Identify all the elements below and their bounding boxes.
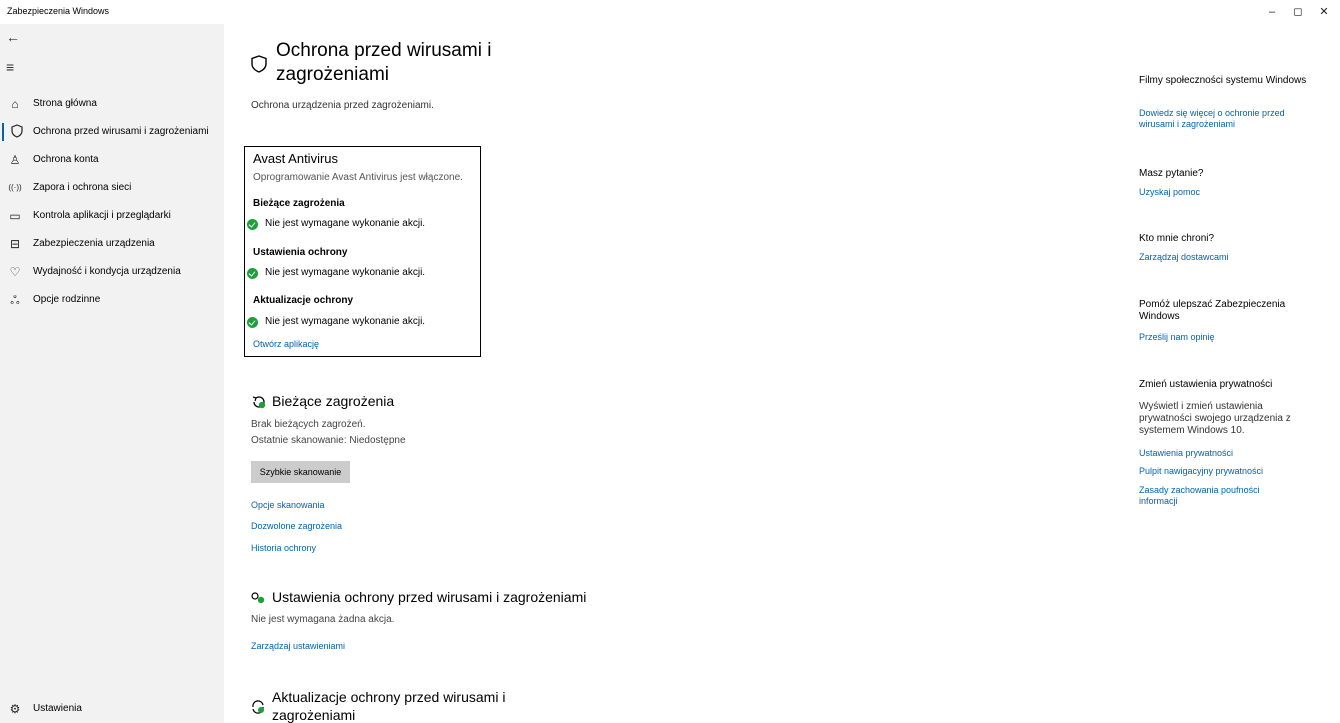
open-app-link[interactable]: Otwórz aplikację xyxy=(253,339,319,349)
quick-scan-button[interactable]: Szybkie skanowanie xyxy=(251,461,350,483)
sidebar-item-label: Wydajność i kondycja urządzenia xyxy=(33,266,181,277)
manage-settings-link[interactable]: Zarządzaj ustawieniami xyxy=(251,641,345,651)
provider-status: Oprogramowanie Avast Antivirus jest włąc… xyxy=(253,172,463,183)
hamburger-menu-icon[interactable]: ≡ xyxy=(6,58,26,76)
get-help-link[interactable]: Uzyskaj pomoc xyxy=(1139,187,1309,198)
laptop-icon: ⊟ xyxy=(9,237,21,251)
protection-updates-title: Aktualizacje ochrony przed wirusami i za… xyxy=(272,689,506,723)
sidebar: ← ≡ ⌂ Strona główna Ochrona przed wirusa… xyxy=(0,24,224,723)
family-icon: ஃ xyxy=(10,293,20,307)
protection-history-link[interactable]: Historia ochrony xyxy=(251,543,316,553)
refresh-shield-icon xyxy=(251,394,267,410)
sidebar-item-label: Strona główna xyxy=(33,98,97,109)
page-subtitle: Ochrona urządzenia przed zagrożeniami. xyxy=(251,100,434,111)
sidebar-item-virus-protection[interactable]: Ochrona przed wirusami i zagrożeniami xyxy=(0,119,224,145)
sidebar-item-label: Ochrona przed wirusami i zagrożeniami xyxy=(33,126,209,137)
sidebar-item-label: Opcje rodzinne xyxy=(33,294,101,305)
sidebar-item-label: Ochrona konta xyxy=(33,154,99,165)
maximize-button[interactable]: ◻ xyxy=(1284,2,1312,22)
protection-settings-title: Ustawienia ochrony przed wirusami i zagr… xyxy=(272,589,587,605)
protection-settings-status: Nie jest wymagana żadna akcja. xyxy=(251,614,395,625)
close-button[interactable]: ✕ xyxy=(1310,2,1338,22)
window-title: Zabezpieczenia Windows xyxy=(7,6,110,16)
heart-icon: ♡ xyxy=(9,265,21,279)
settings-gear-icon xyxy=(250,590,266,606)
sidebar-item-label: Kontrola aplikacji i przeglądarki xyxy=(33,210,171,221)
gear-icon: ⚙ xyxy=(9,702,21,716)
who-protects-heading: Kto mnie chroni? xyxy=(1139,233,1215,244)
person-icon: ♙ xyxy=(9,153,21,167)
check-circle-icon xyxy=(247,268,258,279)
check-circle-icon xyxy=(247,219,258,230)
browser-icon: ▭ xyxy=(9,209,21,223)
shield-icon xyxy=(250,54,268,74)
minimize-button[interactable]: – xyxy=(1258,2,1286,22)
improve-heading: Pomóż ulepszać Zabezpieczenia Windows xyxy=(1139,299,1286,322)
sidebar-item-account[interactable]: ♙ Ochrona konta xyxy=(0,147,224,173)
check-circle-icon xyxy=(247,317,258,328)
sidebar-item-firewall[interactable]: ((·)) Zapora i ochrona sieci xyxy=(0,175,224,201)
question-heading: Masz pytanie? xyxy=(1139,168,1204,179)
community-heading: Filmy społeczności systemu Windows xyxy=(1139,75,1307,86)
wifi-icon: ((·)) xyxy=(8,183,22,192)
send-feedback-link[interactable]: Prześlij nam opinię xyxy=(1139,332,1309,343)
sidebar-item-family[interactable]: ஃ Opcje rodzinne xyxy=(0,287,224,313)
privacy-dashboard-link[interactable]: Pulpit nawigacyjny prywatności xyxy=(1139,466,1309,477)
antivirus-provider-card: Avast Antivirus Oprogramowanie Avast Ant… xyxy=(244,146,481,357)
last-scan-text: Ostatnie skanowanie: Niedostępne xyxy=(251,435,406,446)
main-content: Ochrona przed wirusami i zagrożeniami Oc… xyxy=(224,24,1104,723)
sidebar-item-performance[interactable]: ♡ Wydajność i kondycja urządzenia xyxy=(0,259,224,285)
privacy-heading: Zmień ustawienia prywatności xyxy=(1139,379,1273,390)
update-icon xyxy=(250,699,266,715)
active-indicator xyxy=(2,123,4,141)
page-title: Ochrona przed wirusami i zagrożeniami xyxy=(276,40,492,85)
sidebar-item-device-security[interactable]: ⊟ Zabezpieczenia urządzenia xyxy=(0,231,224,257)
sidebar-item-settings[interactable]: ⚙ Ustawienia xyxy=(0,696,224,722)
sidebar-item-app-control[interactable]: ▭ Kontrola aplikacji i przeglądarki xyxy=(0,203,224,229)
provider-group-heading: Bieżące zagrożenia xyxy=(253,198,345,209)
provider-name: Avast Antivirus xyxy=(253,151,339,166)
back-arrow-icon[interactable]: ← xyxy=(6,28,26,46)
threats-status: Brak bieżących zagrożeń. xyxy=(251,419,366,430)
manage-providers-link[interactable]: Zarządzaj dostawcami xyxy=(1139,252,1309,263)
sidebar-item-home[interactable]: ⌂ Strona główna xyxy=(0,91,224,117)
scan-options-link[interactable]: Opcje skanowania xyxy=(251,500,325,510)
privacy-description: Wyświetl i zmień ustawienia prywatności … xyxy=(1139,401,1291,436)
privacy-statement-link[interactable]: Zasady zachowania poufności informacji xyxy=(1139,485,1279,507)
sidebar-item-label: Zabezpieczenia urządzenia xyxy=(33,238,155,249)
related-info-panel: Filmy społeczności systemu Windows Dowie… xyxy=(1139,24,1339,723)
sidebar-item-label: Ustawienia xyxy=(33,703,82,714)
provider-group-heading: Ustawienia ochrony xyxy=(253,247,348,258)
home-icon: ⌂ xyxy=(11,97,19,111)
allowed-threats-link[interactable]: Dozwolone zagrożenia xyxy=(251,521,342,531)
shield-icon xyxy=(9,124,25,140)
learn-more-link[interactable]: Dowiedz się więcej o ochronie przed wiru… xyxy=(1139,108,1309,130)
current-threats-title: Bieżące zagrożenia xyxy=(272,393,395,409)
sidebar-item-label: Zapora i ochrona sieci xyxy=(33,182,132,193)
title-bar: Zabezpieczenia Windows – ◻ ✕ xyxy=(0,0,1340,24)
provider-group-heading: Aktualizacje ochrony xyxy=(253,295,354,306)
privacy-settings-link[interactable]: Ustawienia prywatności xyxy=(1139,448,1309,459)
